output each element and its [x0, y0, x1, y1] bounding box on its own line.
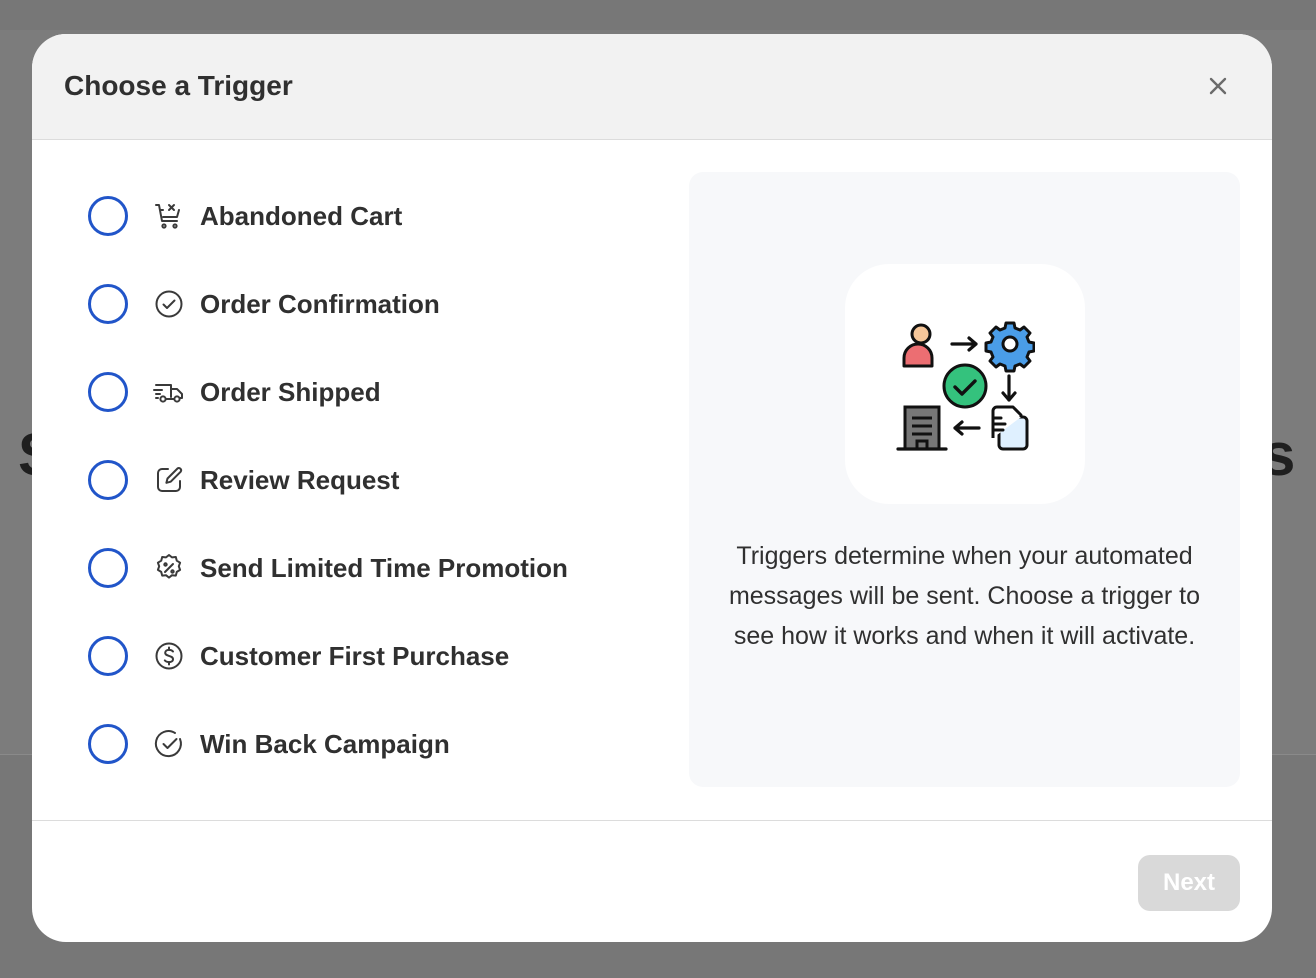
truck-icon	[152, 375, 186, 409]
modal-header: Choose a Trigger	[32, 34, 1272, 140]
background-top-bar	[0, 0, 1316, 30]
trigger-option-order-shipped[interactable]: Order Shipped	[88, 348, 648, 436]
trigger-option-label: Customer First Purchase	[200, 640, 510, 671]
close-button[interactable]	[1204, 72, 1232, 100]
trigger-info-description: Triggers determine when your automated m…	[728, 542, 1201, 650]
trigger-option-customer-first-purchase[interactable]: Customer First Purchase	[88, 612, 648, 700]
trigger-info-panel: Triggers determine when your automated m…	[689, 172, 1240, 787]
radio-button[interactable]	[88, 548, 128, 588]
radio-button[interactable]	[88, 284, 128, 324]
radio-button[interactable]	[88, 636, 128, 676]
trigger-option-win-back-campaign[interactable]: Win Back Campaign	[88, 700, 648, 788]
trigger-option-label: Review Request	[200, 464, 400, 495]
trigger-modal: Choose a Trigger Abandoned Cart Order Co…	[32, 34, 1272, 942]
trigger-option-abandoned-cart[interactable]: Abandoned Cart	[88, 172, 648, 260]
dollar-circle-icon	[152, 639, 186, 673]
cart-remove-icon	[152, 199, 186, 233]
radio-button[interactable]	[88, 460, 128, 500]
trigger-option-label: Send Limited Time Promotion	[200, 552, 568, 583]
radio-button[interactable]	[88, 372, 128, 412]
close-icon	[1209, 77, 1227, 95]
trigger-option-label: Abandoned Cart	[200, 200, 403, 231]
check-badge-icon	[152, 727, 186, 761]
next-button[interactable]: Next	[1138, 855, 1240, 911]
modal-footer: Next	[32, 820, 1272, 942]
workflow-automation-icon	[896, 321, 1035, 451]
discount-badge-icon	[152, 551, 186, 585]
trigger-option-label: Win Back Campaign	[200, 728, 450, 759]
trigger-option-review-request[interactable]: Review Request	[88, 436, 648, 524]
edit-icon	[152, 463, 186, 497]
trigger-option-label: Order Confirmation	[200, 288, 440, 319]
radio-button[interactable]	[88, 196, 128, 236]
trigger-option-limited-time-promotion[interactable]: Send Limited Time Promotion	[88, 524, 648, 612]
radio-button[interactable]	[88, 724, 128, 764]
check-circle-icon	[152, 287, 186, 321]
trigger-option-order-confirmation[interactable]: Order Confirmation	[88, 260, 648, 348]
illustration-card	[845, 264, 1085, 504]
modal-title: Choose a Trigger	[64, 70, 293, 101]
trigger-option-label: Order Shipped	[200, 376, 381, 407]
